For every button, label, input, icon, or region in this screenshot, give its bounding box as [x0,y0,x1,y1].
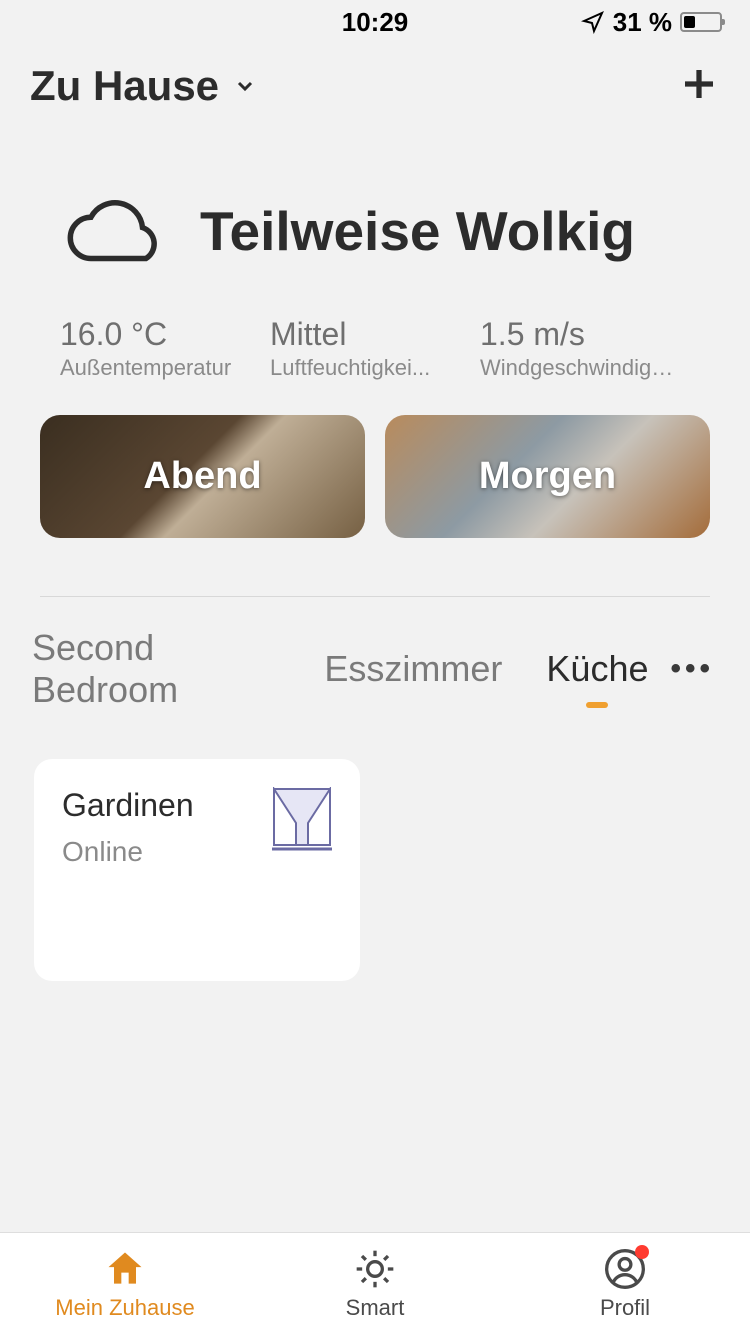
tab-label: Smart [346,1295,405,1321]
scene-card-abend[interactable]: Abend [40,415,365,538]
notification-dot [635,1245,649,1259]
room-tab-second-bedroom[interactable]: Second Bedroom [10,627,302,711]
weather-block[interactable]: Teilweise Wolkig 16.0 °C Außentemperatur… [0,120,750,381]
weather-humidity-value: Mittel [270,316,480,353]
room-tab-esszimmer[interactable]: Esszimmer [302,648,524,690]
weather-temp-value: 16.0 °C [60,316,270,353]
plus-icon [678,63,720,105]
chevron-down-icon [233,74,257,98]
cloud-icon [60,196,170,266]
tab-profile[interactable]: Profil [500,1233,750,1334]
add-button[interactable] [678,63,720,110]
weather-humidity-label: Luftfeuchtigkei... [270,355,470,381]
curtain-icon [272,787,332,851]
weather-temp: 16.0 °C Außentemperatur [60,316,270,381]
status-bar: 10:29 31 % [0,0,750,44]
battery-icon [680,12,722,32]
scene-label: Morgen [479,455,616,498]
room-tabs-more-button[interactable]: ••• [670,652,740,686]
status-time: 10:29 [342,7,409,38]
tab-home[interactable]: Mein Zuhause [0,1233,250,1334]
tab-bar: Mein Zuhause Smart [0,1232,750,1334]
home-selector-label: Zu Hause [30,62,219,110]
home-icon [103,1247,147,1291]
weather-wind-label: Windgeschwindigkei... [480,355,680,381]
tab-smart[interactable]: Smart [250,1233,500,1334]
weather-wind-value: 1.5 m/s [480,316,690,353]
room-tabs: Second Bedroom Esszimmer Küche ••• [0,597,750,711]
device-card-gardinen[interactable]: Gardinen Online [34,759,360,981]
location-icon [581,10,605,34]
tab-label: Mein Zuhause [55,1295,194,1321]
scene-label: Abend [143,455,261,498]
weather-condition: Teilweise Wolkig [200,199,635,263]
home-selector-dropdown[interactable]: Zu Hause [30,62,257,110]
weather-humidity: Mittel Luftfeuchtigkei... [270,316,480,381]
room-tab-kueche[interactable]: Küche [524,648,670,690]
tab-label: Profil [600,1295,650,1321]
sun-icon [353,1247,397,1291]
weather-wind: 1.5 m/s Windgeschwindigkei... [480,316,690,381]
scene-card-morgen[interactable]: Morgen [385,415,710,538]
battery-percent: 31 % [613,7,672,38]
weather-temp-label: Außentemperatur [60,355,260,381]
